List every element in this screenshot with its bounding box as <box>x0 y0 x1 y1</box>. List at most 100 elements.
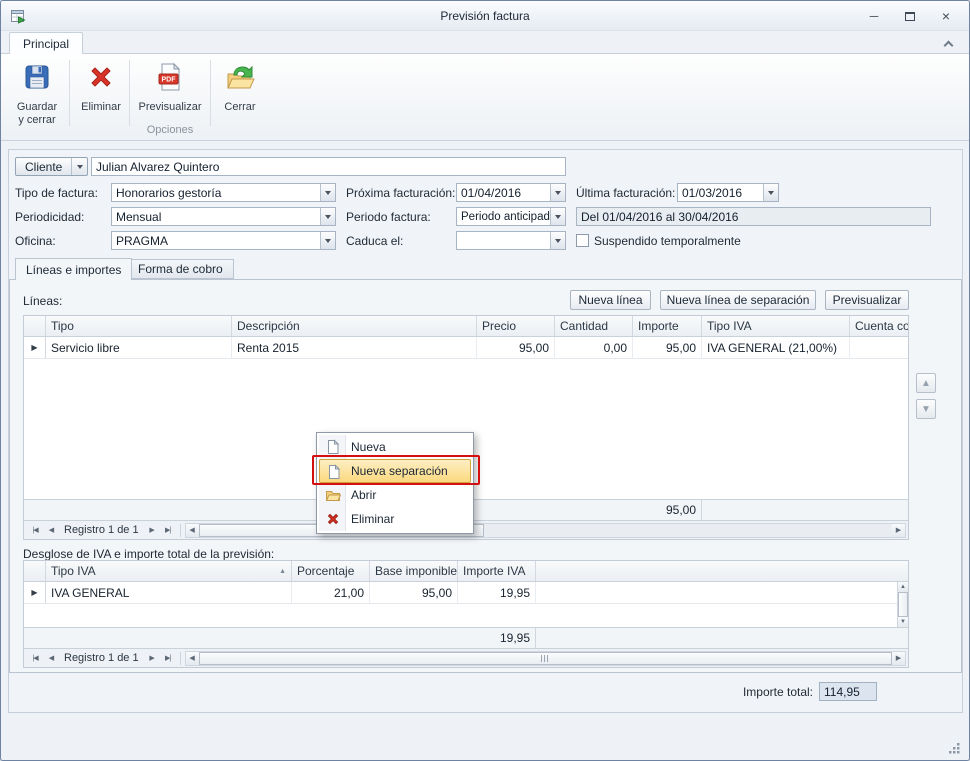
scrollbar-thumb[interactable] <box>898 592 908 617</box>
dropdown-icon[interactable] <box>763 184 778 201</box>
svg-text:PDF: PDF <box>162 77 177 84</box>
menu-item-abrir[interactable]: Abrir <box>319 483 471 507</box>
tipo-factura-label: Tipo de factura: <box>15 183 98 202</box>
cliente-button[interactable]: Cliente <box>15 157 88 176</box>
cell-cuenta-contable <box>850 337 908 358</box>
nav-next-icon[interactable]: ▶ <box>144 651 160 665</box>
caduca-el-date[interactable] <box>456 231 566 250</box>
resize-grip[interactable] <box>948 742 961 760</box>
scroll-left-icon[interactable]: ◀ <box>186 652 199 665</box>
oficina-select[interactable]: PRAGMA <box>111 231 336 250</box>
dropdown-icon[interactable] <box>320 184 335 201</box>
dropdown-icon[interactable] <box>320 208 335 225</box>
suspendido-checkbox[interactable] <box>576 234 589 247</box>
minimize-icon[interactable]: ─ <box>865 8 883 24</box>
menu-item-nueva-separacion[interactable]: Nueva separación <box>319 459 471 483</box>
tab-lineas-e-importes[interactable]: Líneas e importes <box>15 258 132 280</box>
nav-next-icon[interactable]: ▶ <box>144 523 160 537</box>
scroll-left-icon[interactable]: ◀ <box>186 524 199 537</box>
column-header-descripcion[interactable]: Descripción <box>232 316 477 336</box>
column-header-importe[interactable]: Importe <box>633 316 702 336</box>
footer-importe-total: 95,00 <box>633 500 702 520</box>
tipo-factura-select[interactable]: Honorarios gestoría <box>111 183 336 202</box>
scrollbar-track[interactable] <box>199 524 892 537</box>
scrollbar-thumb[interactable] <box>199 652 892 665</box>
scroll-up-icon[interactable]: ▲ <box>898 582 908 592</box>
nav-prev-icon[interactable]: ◀ <box>43 523 59 537</box>
tab-forma-de-cobro[interactable]: Forma de cobro <box>127 259 234 279</box>
dropdown-icon[interactable] <box>550 232 565 249</box>
header-indicator-cell <box>24 316 46 336</box>
previsualizar-lineas-button[interactable]: Previsualizar <box>825 290 909 310</box>
grid-footer: 19,95 <box>24 627 908 648</box>
ribbon-separator <box>129 60 130 126</box>
scroll-right-icon[interactable]: ▶ <box>892 652 905 665</box>
scrollbar-track[interactable] <box>199 652 892 665</box>
eliminar-button[interactable]: Eliminar <box>75 57 127 135</box>
column-header-precio[interactable]: Precio <box>477 316 555 336</box>
move-line-down-button[interactable]: ▼ <box>916 399 936 419</box>
column-header-tipo[interactable]: Tipo <box>46 316 232 336</box>
scrollbar-track[interactable] <box>898 592 908 617</box>
dropdown-icon[interactable] <box>320 232 335 249</box>
ribbon: Guardar y cerrar Eliminar PDF Previsuali <box>1 53 969 141</box>
nav-last-icon[interactable]: ▶| <box>160 523 176 537</box>
importe-total-field: 114,95 <box>819 682 877 701</box>
cell-descripcion: Renta 2015 <box>232 337 477 358</box>
cell-tipo-iva: IVA GENERAL <box>46 582 292 603</box>
periodicidad-select[interactable]: Mensual <box>111 207 336 226</box>
cliente-input[interactable]: Julian Alvarez Quintero <box>91 157 566 176</box>
ribbon-group-label: Opciones <box>129 124 211 136</box>
periodo-factura-select[interactable]: Periodo anticipado <box>456 207 566 226</box>
guardar-y-cerrar-button[interactable]: Guardar y cerrar <box>9 57 65 135</box>
move-line-up-button[interactable]: ▲ <box>916 373 936 393</box>
nueva-linea-button[interactable]: Nueva línea <box>570 290 651 310</box>
cell-tipo: Servicio libre <box>46 337 232 358</box>
proxima-facturacion-date[interactable]: 01/04/2016 <box>456 183 566 202</box>
nav-last-icon[interactable]: ▶| <box>160 651 176 665</box>
horizontal-scrollbar[interactable]: ◀ ▶ <box>185 523 906 538</box>
record-count-label: Registro 1 de 1 <box>64 524 139 536</box>
maximize-icon[interactable] <box>901 8 919 24</box>
dropdown-icon[interactable] <box>550 208 565 225</box>
tab-principal[interactable]: Principal <box>9 32 83 54</box>
cell-base-imponible: 95,00 <box>370 582 458 603</box>
column-header-tipo-iva[interactable]: Tipo IVA <box>702 316 850 336</box>
nav-prev-icon[interactable]: ◀ <box>43 651 59 665</box>
column-header-tipo-iva[interactable]: Tipo IVA ▲ <box>46 561 292 581</box>
column-header-importe-iva[interactable]: Importe IVA <box>458 561 536 581</box>
titlebar[interactable]: Previsión factura ─ × <box>1 1 969 31</box>
close-icon[interactable]: × <box>937 8 955 24</box>
dropdown-icon[interactable] <box>550 184 565 201</box>
horizontal-scrollbar[interactable]: ◀ ▶ <box>185 651 906 666</box>
save-icon <box>21 61 53 98</box>
scroll-down-icon[interactable]: ▼ <box>898 617 908 627</box>
periodicidad-label: Periodicidad: <box>15 207 84 226</box>
dropdown-icon[interactable] <box>72 158 87 175</box>
cerrar-button[interactable]: Cerrar <box>215 57 265 135</box>
scroll-right-icon[interactable]: ▶ <box>892 524 905 537</box>
cell-precio: 95,00 <box>477 337 555 358</box>
cell-filler <box>536 582 897 603</box>
column-header-porcentaje[interactable]: Porcentaje <box>292 561 370 581</box>
nueva-linea-separacion-button[interactable]: Nueva línea de separación <box>660 290 816 310</box>
oficina-label: Oficina: <box>15 231 56 250</box>
app-icon <box>10 8 26 29</box>
grid-empty-area <box>24 604 897 627</box>
column-header-cantidad[interactable]: Cantidad <box>555 316 633 336</box>
table-row[interactable]: ▶ IVA GENERAL 21,00 95,00 19,95 <box>24 582 897 604</box>
vertical-scrollbar[interactable]: ▲ ▼ <box>897 582 908 627</box>
cell-porcentaje: 21,00 <box>292 582 370 603</box>
collapse-ribbon-icon[interactable] <box>939 36 957 50</box>
ribbon-tab-row: Principal <box>1 31 969 53</box>
menu-item-eliminar[interactable]: Eliminar <box>319 507 471 531</box>
record-navigator: |◀ ◀ Registro 1 de 1 ▶ ▶| ◀ ▶ <box>24 648 908 667</box>
menu-item-nueva[interactable]: Nueva <box>319 435 471 459</box>
nav-first-icon[interactable]: |◀ <box>27 651 43 665</box>
ultima-facturacion-date[interactable]: 01/03/2016 <box>677 183 779 202</box>
column-header-cuenta-contable[interactable]: Cuenta con <box>850 316 908 336</box>
table-row[interactable]: ▶ Servicio libre Renta 2015 95,00 0,00 9… <box>24 337 908 359</box>
navigator-separator <box>180 652 181 665</box>
column-header-base-imponible[interactable]: Base imponible <box>370 561 458 581</box>
nav-first-icon[interactable]: |◀ <box>27 523 43 537</box>
